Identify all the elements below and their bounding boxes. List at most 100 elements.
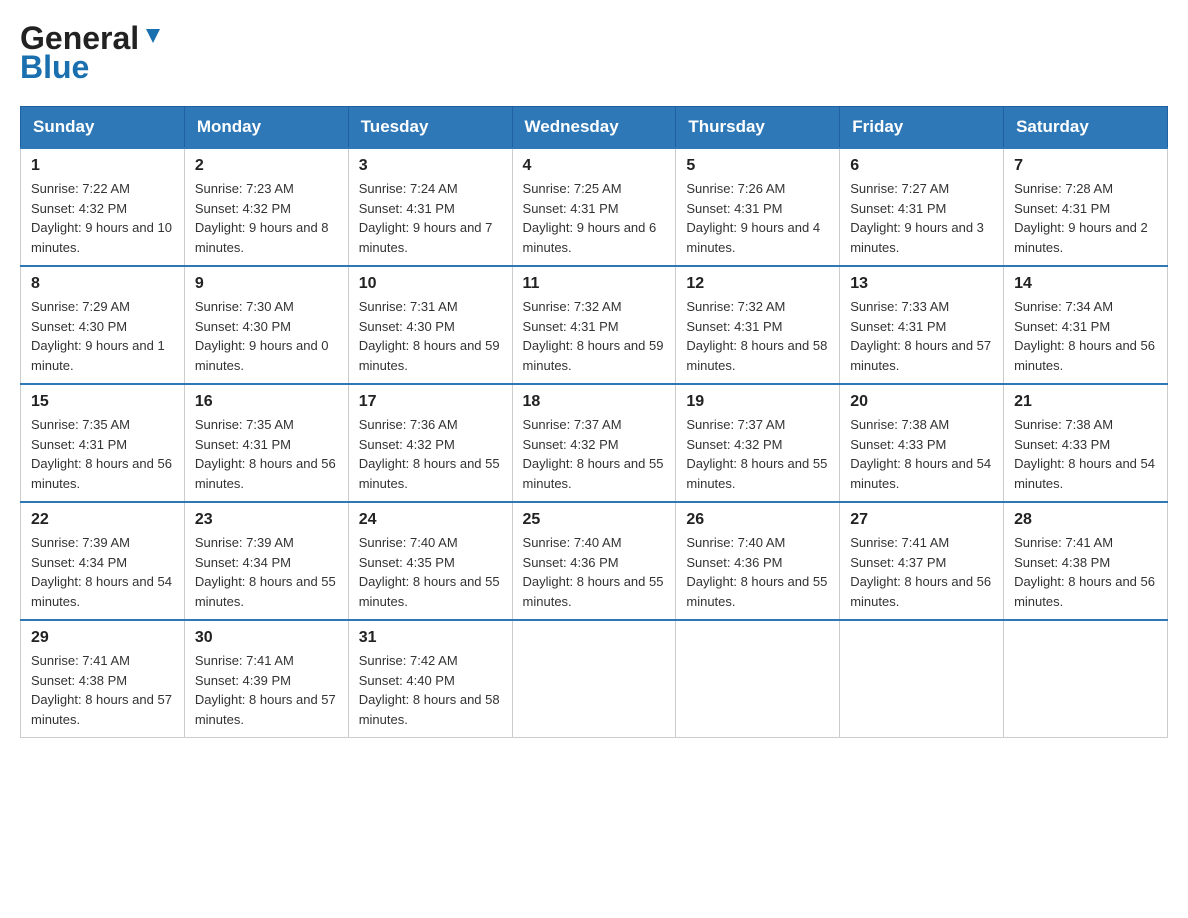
calendar-cell: 24 Sunrise: 7:40 AM Sunset: 4:35 PM Dayl… bbox=[348, 502, 512, 620]
day-info: Sunrise: 7:23 AM Sunset: 4:32 PM Dayligh… bbox=[195, 179, 338, 257]
day-info: Sunrise: 7:41 AM Sunset: 4:38 PM Dayligh… bbox=[1014, 533, 1157, 611]
day-header-wednesday: Wednesday bbox=[512, 107, 676, 149]
day-number: 14 bbox=[1014, 275, 1157, 293]
calendar-cell: 1 Sunrise: 7:22 AM Sunset: 4:32 PM Dayli… bbox=[21, 148, 185, 266]
day-number: 8 bbox=[31, 275, 174, 293]
day-info: Sunrise: 7:34 AM Sunset: 4:31 PM Dayligh… bbox=[1014, 297, 1157, 375]
logo-blue-text: Blue bbox=[20, 49, 89, 86]
day-number: 9 bbox=[195, 275, 338, 293]
calendar-table: SundayMondayTuesdayWednesdayThursdayFrid… bbox=[20, 106, 1168, 738]
day-number: 16 bbox=[195, 393, 338, 411]
calendar-cell: 6 Sunrise: 7:27 AM Sunset: 4:31 PM Dayli… bbox=[840, 148, 1004, 266]
day-info: Sunrise: 7:40 AM Sunset: 4:35 PM Dayligh… bbox=[359, 533, 502, 611]
calendar-cell: 31 Sunrise: 7:42 AM Sunset: 4:40 PM Dayl… bbox=[348, 620, 512, 738]
day-header-tuesday: Tuesday bbox=[348, 107, 512, 149]
day-info: Sunrise: 7:31 AM Sunset: 4:30 PM Dayligh… bbox=[359, 297, 502, 375]
day-info: Sunrise: 7:32 AM Sunset: 4:31 PM Dayligh… bbox=[686, 297, 829, 375]
day-info: Sunrise: 7:42 AM Sunset: 4:40 PM Dayligh… bbox=[359, 651, 502, 729]
calendar-week-row: 1 Sunrise: 7:22 AM Sunset: 4:32 PM Dayli… bbox=[21, 148, 1168, 266]
day-info: Sunrise: 7:27 AM Sunset: 4:31 PM Dayligh… bbox=[850, 179, 993, 257]
day-info: Sunrise: 7:41 AM Sunset: 4:39 PM Dayligh… bbox=[195, 651, 338, 729]
calendar-cell bbox=[1004, 620, 1168, 738]
day-header-sunday: Sunday bbox=[21, 107, 185, 149]
day-info: Sunrise: 7:37 AM Sunset: 4:32 PM Dayligh… bbox=[523, 415, 666, 493]
day-number: 11 bbox=[523, 275, 666, 293]
day-number: 5 bbox=[686, 157, 829, 175]
day-number: 29 bbox=[31, 629, 174, 647]
day-info: Sunrise: 7:38 AM Sunset: 4:33 PM Dayligh… bbox=[1014, 415, 1157, 493]
calendar-cell: 19 Sunrise: 7:37 AM Sunset: 4:32 PM Dayl… bbox=[676, 384, 840, 502]
day-number: 27 bbox=[850, 511, 993, 529]
day-number: 22 bbox=[31, 511, 174, 529]
day-info: Sunrise: 7:29 AM Sunset: 4:30 PM Dayligh… bbox=[31, 297, 174, 375]
day-number: 12 bbox=[686, 275, 829, 293]
calendar-cell bbox=[512, 620, 676, 738]
logo: General Blue bbox=[20, 20, 164, 86]
calendar-cell: 15 Sunrise: 7:35 AM Sunset: 4:31 PM Dayl… bbox=[21, 384, 185, 502]
calendar-cell: 18 Sunrise: 7:37 AM Sunset: 4:32 PM Dayl… bbox=[512, 384, 676, 502]
day-info: Sunrise: 7:41 AM Sunset: 4:38 PM Dayligh… bbox=[31, 651, 174, 729]
day-info: Sunrise: 7:26 AM Sunset: 4:31 PM Dayligh… bbox=[686, 179, 829, 257]
calendar-cell bbox=[840, 620, 1004, 738]
calendar-cell: 21 Sunrise: 7:38 AM Sunset: 4:33 PM Dayl… bbox=[1004, 384, 1168, 502]
day-header-thursday: Thursday bbox=[676, 107, 840, 149]
day-number: 1 bbox=[31, 157, 174, 175]
calendar-cell: 3 Sunrise: 7:24 AM Sunset: 4:31 PM Dayli… bbox=[348, 148, 512, 266]
page-header: General Blue bbox=[20, 20, 1168, 86]
calendar-cell: 13 Sunrise: 7:33 AM Sunset: 4:31 PM Dayl… bbox=[840, 266, 1004, 384]
day-info: Sunrise: 7:28 AM Sunset: 4:31 PM Dayligh… bbox=[1014, 179, 1157, 257]
calendar-week-row: 8 Sunrise: 7:29 AM Sunset: 4:30 PM Dayli… bbox=[21, 266, 1168, 384]
day-number: 13 bbox=[850, 275, 993, 293]
day-info: Sunrise: 7:32 AM Sunset: 4:31 PM Dayligh… bbox=[523, 297, 666, 375]
day-info: Sunrise: 7:35 AM Sunset: 4:31 PM Dayligh… bbox=[195, 415, 338, 493]
day-number: 21 bbox=[1014, 393, 1157, 411]
day-number: 25 bbox=[523, 511, 666, 529]
day-info: Sunrise: 7:38 AM Sunset: 4:33 PM Dayligh… bbox=[850, 415, 993, 493]
day-header-monday: Monday bbox=[184, 107, 348, 149]
day-number: 23 bbox=[195, 511, 338, 529]
day-info: Sunrise: 7:30 AM Sunset: 4:30 PM Dayligh… bbox=[195, 297, 338, 375]
day-number: 4 bbox=[523, 157, 666, 175]
calendar-cell: 10 Sunrise: 7:31 AM Sunset: 4:30 PM Dayl… bbox=[348, 266, 512, 384]
day-info: Sunrise: 7:41 AM Sunset: 4:37 PM Dayligh… bbox=[850, 533, 993, 611]
calendar-week-row: 29 Sunrise: 7:41 AM Sunset: 4:38 PM Dayl… bbox=[21, 620, 1168, 738]
calendar-cell: 28 Sunrise: 7:41 AM Sunset: 4:38 PM Dayl… bbox=[1004, 502, 1168, 620]
day-info: Sunrise: 7:22 AM Sunset: 4:32 PM Dayligh… bbox=[31, 179, 174, 257]
calendar-cell: 8 Sunrise: 7:29 AM Sunset: 4:30 PM Dayli… bbox=[21, 266, 185, 384]
calendar-week-row: 22 Sunrise: 7:39 AM Sunset: 4:34 PM Dayl… bbox=[21, 502, 1168, 620]
day-info: Sunrise: 7:39 AM Sunset: 4:34 PM Dayligh… bbox=[195, 533, 338, 611]
calendar-cell: 7 Sunrise: 7:28 AM Sunset: 4:31 PM Dayli… bbox=[1004, 148, 1168, 266]
day-number: 2 bbox=[195, 157, 338, 175]
calendar-week-row: 15 Sunrise: 7:35 AM Sunset: 4:31 PM Dayl… bbox=[21, 384, 1168, 502]
day-number: 18 bbox=[523, 393, 666, 411]
day-number: 28 bbox=[1014, 511, 1157, 529]
calendar-cell: 11 Sunrise: 7:32 AM Sunset: 4:31 PM Dayl… bbox=[512, 266, 676, 384]
day-info: Sunrise: 7:37 AM Sunset: 4:32 PM Dayligh… bbox=[686, 415, 829, 493]
day-number: 7 bbox=[1014, 157, 1157, 175]
calendar-cell bbox=[676, 620, 840, 738]
calendar-cell: 30 Sunrise: 7:41 AM Sunset: 4:39 PM Dayl… bbox=[184, 620, 348, 738]
day-number: 6 bbox=[850, 157, 993, 175]
day-info: Sunrise: 7:39 AM Sunset: 4:34 PM Dayligh… bbox=[31, 533, 174, 611]
day-number: 24 bbox=[359, 511, 502, 529]
day-number: 10 bbox=[359, 275, 502, 293]
calendar-cell: 2 Sunrise: 7:23 AM Sunset: 4:32 PM Dayli… bbox=[184, 148, 348, 266]
calendar-cell: 20 Sunrise: 7:38 AM Sunset: 4:33 PM Dayl… bbox=[840, 384, 1004, 502]
day-info: Sunrise: 7:36 AM Sunset: 4:32 PM Dayligh… bbox=[359, 415, 502, 493]
day-number: 15 bbox=[31, 393, 174, 411]
calendar-cell: 12 Sunrise: 7:32 AM Sunset: 4:31 PM Dayl… bbox=[676, 266, 840, 384]
day-info: Sunrise: 7:40 AM Sunset: 4:36 PM Dayligh… bbox=[523, 533, 666, 611]
day-number: 17 bbox=[359, 393, 502, 411]
day-number: 19 bbox=[686, 393, 829, 411]
calendar-cell: 16 Sunrise: 7:35 AM Sunset: 4:31 PM Dayl… bbox=[184, 384, 348, 502]
calendar-cell: 17 Sunrise: 7:36 AM Sunset: 4:32 PM Dayl… bbox=[348, 384, 512, 502]
day-number: 20 bbox=[850, 393, 993, 411]
calendar-cell: 25 Sunrise: 7:40 AM Sunset: 4:36 PM Dayl… bbox=[512, 502, 676, 620]
day-number: 3 bbox=[359, 157, 502, 175]
calendar-cell: 14 Sunrise: 7:34 AM Sunset: 4:31 PM Dayl… bbox=[1004, 266, 1168, 384]
calendar-cell: 27 Sunrise: 7:41 AM Sunset: 4:37 PM Dayl… bbox=[840, 502, 1004, 620]
day-info: Sunrise: 7:24 AM Sunset: 4:31 PM Dayligh… bbox=[359, 179, 502, 257]
day-number: 30 bbox=[195, 629, 338, 647]
day-info: Sunrise: 7:25 AM Sunset: 4:31 PM Dayligh… bbox=[523, 179, 666, 257]
day-info: Sunrise: 7:33 AM Sunset: 4:31 PM Dayligh… bbox=[850, 297, 993, 375]
